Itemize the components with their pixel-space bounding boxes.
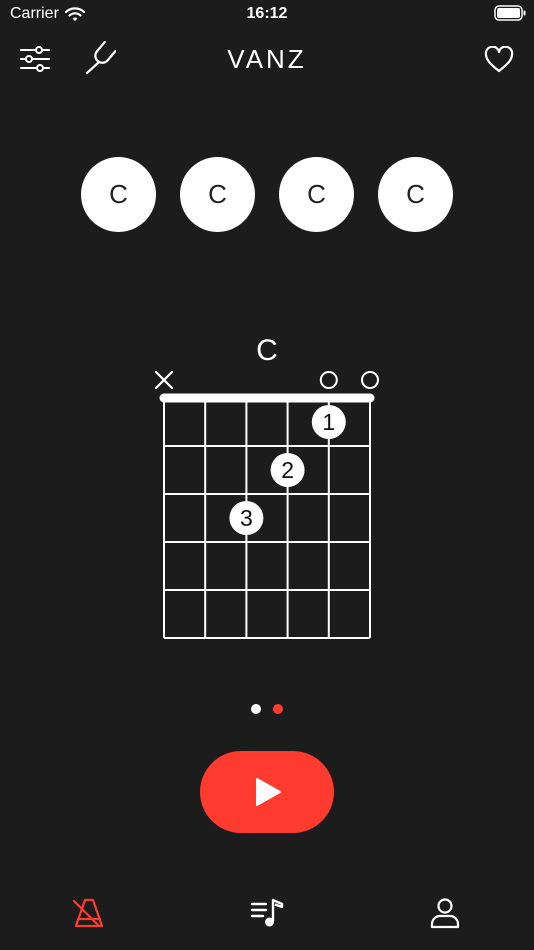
chord-select-label: C: [406, 179, 425, 209]
chord-select-label: C: [208, 179, 227, 209]
metronome-icon: [72, 898, 104, 928]
status-time: 16:12: [246, 5, 288, 22]
chord-select-1[interactable]: C: [81, 157, 156, 232]
play-icon: [256, 778, 281, 806]
chord-select-2[interactable]: C: [180, 157, 255, 232]
favorite-button[interactable]: [483, 44, 515, 74]
app-title: VANZ: [227, 44, 307, 74]
chord-select-4[interactable]: C: [378, 157, 453, 232]
finger-number: 1: [322, 409, 335, 435]
chord-select-3[interactable]: C: [279, 157, 354, 232]
tab-profile[interactable]: [425, 893, 465, 933]
open-string-marker: [319, 371, 338, 389]
page-dot-1[interactable]: [251, 704, 261, 714]
chord-select-label: C: [109, 179, 128, 209]
battery-icon: [494, 5, 526, 26]
person-icon: [430, 898, 460, 929]
play-button[interactable]: [200, 751, 334, 833]
music-list-icon: [250, 898, 284, 927]
heart-icon: [484, 45, 514, 72]
open-string-marker: [361, 371, 379, 389]
tab-metronome[interactable]: [69, 893, 109, 933]
finger-number: 2: [281, 457, 294, 483]
chord-select-label: C: [307, 179, 326, 209]
muted-string-marker: [154, 370, 174, 390]
finger-number: 3: [240, 505, 253, 531]
chord-diagram: 1 2 3: [154, 370, 379, 639]
page-dot-2[interactable]: [273, 704, 283, 714]
tab-song-list[interactable]: [247, 893, 287, 933]
